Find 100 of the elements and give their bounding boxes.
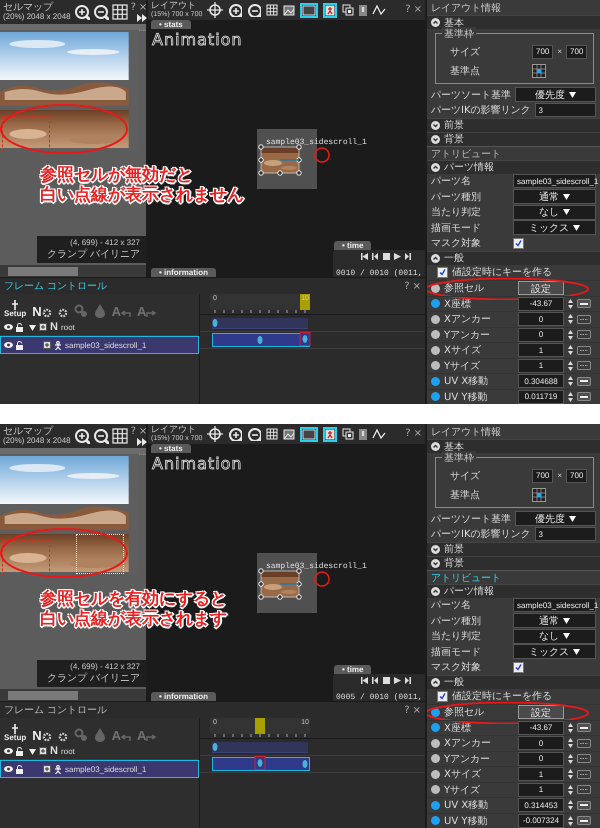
keyframe[interactable]: [212, 743, 218, 751]
bone-toggle[interactable]: [323, 426, 338, 442]
lock-icon[interactable]: [16, 764, 23, 774]
key-dot[interactable]: [431, 770, 440, 779]
fast-forward-icon[interactable]: [137, 438, 148, 446]
dropdown[interactable]: 通常: [513, 613, 596, 628]
curve-button[interactable]: [577, 299, 591, 308]
section-header[interactable]: 一般: [427, 674, 600, 689]
help-button[interactable]: ?: [130, 2, 136, 12]
spin-field[interactable]: 0: [518, 328, 564, 342]
zoom-in-icon[interactable]: [74, 428, 90, 444]
curve-button[interactable]: [577, 754, 591, 764]
key-dot[interactable]: [431, 800, 440, 810]
key-dot[interactable]: [431, 392, 440, 402]
key-dot[interactable]: [431, 754, 440, 764]
section-header[interactable]: 一般: [427, 250, 600, 265]
spinner-arrows-icon[interactable]: [568, 754, 573, 764]
close-button[interactable]: ×: [414, 5, 422, 15]
spin-field[interactable]: 0.011719: [518, 390, 564, 404]
input-field[interactable]: 3: [534, 527, 596, 542]
key-dot[interactable]: [431, 816, 440, 826]
input-field[interactable]: 700: [566, 44, 588, 58]
spin-field[interactable]: 0: [518, 312, 564, 326]
step-back-icon[interactable]: [372, 253, 379, 260]
step-forward-icon[interactable]: [405, 677, 411, 684]
step-back-icon[interactable]: [372, 677, 379, 684]
info-icon[interactable]: [359, 428, 368, 440]
frame-toggle[interactable]: [300, 426, 318, 442]
spin-field[interactable]: 1: [518, 767, 564, 782]
checkbox[interactable]: [513, 662, 524, 673]
set-button[interactable]: 設定: [518, 705, 564, 720]
spinner-arrows-icon[interactable]: [568, 314, 573, 324]
curve-button[interactable]: [577, 361, 591, 370]
input-field[interactable]: 3: [534, 103, 596, 118]
section-header[interactable]: 前景: [427, 542, 600, 556]
collapse-icon[interactable]: [431, 678, 440, 687]
spin-field[interactable]: -43.67: [518, 296, 564, 311]
tree-row[interactable]: sample03_sidescroll_1: [0, 336, 199, 354]
curve-button[interactable]: [577, 346, 591, 355]
transform-handles[interactable]: [258, 144, 302, 176]
skip-start-icon[interactable]: [361, 253, 368, 260]
spinner-arrows-icon[interactable]: [568, 360, 573, 371]
spin-field[interactable]: 0: [518, 752, 564, 766]
keyframe[interactable]: [212, 319, 218, 327]
key-dot[interactable]: [431, 314, 440, 324]
close-button[interactable]: ×: [414, 429, 422, 439]
zoom-in-icon[interactable]: [228, 3, 242, 17]
setup-button[interactable]: Setup: [4, 300, 26, 318]
spin-field[interactable]: -0.007324: [518, 814, 564, 828]
section-header[interactable]: 背景: [427, 132, 600, 146]
spinner-arrows-icon[interactable]: [568, 784, 573, 795]
spin-field[interactable]: 1: [518, 343, 564, 358]
close-button[interactable]: ×: [412, 280, 421, 292]
key-dot[interactable]: [431, 376, 440, 386]
zoom-out-icon[interactable]: [92, 428, 109, 444]
section-header[interactable]: 前景: [427, 118, 600, 132]
expand-icon[interactable]: [431, 120, 440, 130]
spinner-arrows-icon[interactable]: [568, 769, 573, 780]
grid-icon[interactable]: [112, 428, 128, 444]
collapse-icon[interactable]: [431, 162, 440, 172]
set-button[interactable]: 設定: [518, 281, 564, 296]
grid-icon[interactable]: [266, 428, 278, 440]
curve-button[interactable]: [577, 785, 591, 794]
dropdown[interactable]: なし: [513, 628, 596, 644]
anchor-grid-icon[interactable]: [532, 64, 546, 78]
wave-icon[interactable]: [372, 5, 386, 15]
wave-icon[interactable]: [372, 429, 386, 439]
checkbox[interactable]: [437, 266, 448, 278]
information-tab[interactable]: • information: [151, 692, 216, 701]
collapse-arrow-icon[interactable]: [29, 748, 36, 754]
collapse-icon[interactable]: [431, 442, 440, 451]
checkbox[interactable]: [437, 690, 448, 702]
grid-icon[interactable]: [112, 4, 128, 20]
input-field[interactable]: 700: [566, 468, 588, 482]
play-icon[interactable]: [394, 677, 401, 684]
input-field[interactable]: sample03_sidescroll_1: [513, 174, 596, 188]
information-tab[interactable]: • information: [151, 268, 216, 277]
dropdown[interactable]: ミックス: [513, 220, 596, 236]
section-header[interactable]: 基本: [427, 15, 600, 29]
key-dot[interactable]: [431, 738, 440, 748]
step-forward-icon[interactable]: [405, 253, 411, 260]
curve-button[interactable]: [577, 738, 591, 748]
eye-icon[interactable]: [4, 342, 13, 348]
tree-row[interactable]: sample03_sidescroll_1: [0, 760, 199, 778]
expand-icon[interactable]: [431, 134, 440, 144]
collapse-icon[interactable]: [431, 586, 440, 596]
dropdown[interactable]: 優先度: [515, 87, 596, 102]
spinner-arrows-icon[interactable]: [568, 392, 573, 402]
crosshair-icon[interactable]: [207, 426, 224, 442]
key-dot[interactable]: [431, 723, 440, 732]
key-dot[interactable]: [431, 299, 440, 308]
curve-button[interactable]: [577, 392, 591, 402]
spin-field[interactable]: 0: [518, 736, 564, 750]
curve-button[interactable]: [577, 723, 591, 732]
null-part-button[interactable]: N: [32, 729, 52, 742]
curve-button[interactable]: [577, 800, 591, 810]
spin-field[interactable]: 1: [518, 782, 564, 797]
add-part-button[interactable]: [58, 308, 68, 318]
dropdown[interactable]: 優先度: [515, 511, 596, 526]
help-button[interactable]: ?: [404, 704, 410, 716]
